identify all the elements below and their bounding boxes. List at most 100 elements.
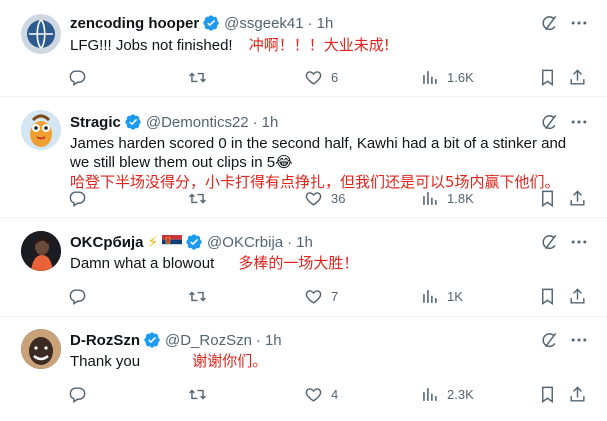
share-button[interactable] (568, 67, 587, 87)
bookmark-button[interactable] (538, 384, 557, 404)
views-icon (420, 385, 439, 404)
views-button[interactable]: 2.3K (420, 384, 474, 404)
like-icon (304, 385, 323, 404)
like-icon (304, 189, 323, 208)
grok-icon[interactable] (539, 13, 559, 33)
more-icon[interactable] (569, 232, 589, 252)
view-count: 1.8K (447, 190, 474, 206)
serbia-flag-icon (162, 235, 183, 249)
avatar[interactable] (21, 329, 61, 369)
reply-button[interactable] (68, 188, 87, 208)
views-button[interactable]: 1.6K (420, 67, 474, 87)
translation-annotation: 冲啊！！！大业未成! (248, 36, 390, 54)
bookmark-icon (538, 287, 557, 306)
avatar[interactable] (21, 231, 61, 271)
like-button[interactable]: 4 (304, 384, 338, 404)
like-count: 36 (331, 190, 346, 206)
separator-dot: · (255, 331, 261, 349)
tweet[interactable]: D-RozSzn @D_RozSzn · 1h Thank you 谢谢你们。 … (0, 317, 607, 421)
more-icon[interactable] (569, 112, 589, 132)
tweet-body: Damn what a blowout (70, 255, 215, 272)
tweet[interactable]: Stragic @Demontics22 · 1h James harden s… (0, 97, 607, 218)
tweet-header: zencoding hooper @ssgeek41 · 1h (70, 13, 333, 33)
display-name[interactable]: zencoding hooper (70, 15, 199, 32)
repost-icon (188, 189, 207, 208)
separator-dot: · (287, 233, 293, 251)
reply-button[interactable] (68, 67, 87, 87)
tweet-body-line: James harden scored 0 in the second half… (70, 135, 567, 152)
view-count: 1.6K (447, 69, 474, 85)
bookmark-button[interactable] (538, 188, 557, 208)
reply-icon (68, 68, 87, 87)
tweet-body-line: we still blew them out clips in 5😂 (70, 153, 590, 172)
views-button[interactable]: 1.8K (420, 188, 474, 208)
like-icon (304, 68, 323, 87)
like-button[interactable]: 7 (304, 286, 338, 306)
more-icon[interactable] (569, 13, 589, 33)
translation-annotation: 谢谢你们。 (192, 352, 268, 370)
reply-icon (68, 189, 87, 208)
verified-icon (185, 233, 203, 251)
reply-icon (68, 385, 87, 404)
tweet-text: James harden scored 0 in the second half… (70, 134, 590, 192)
handle[interactable]: @Demontics22 (146, 114, 249, 131)
handle[interactable]: @OKCrbija (207, 234, 283, 251)
timestamp[interactable]: 1h (262, 114, 279, 131)
tweet-header: D-RozSzn @D_RozSzn · 1h (70, 330, 282, 350)
timestamp[interactable]: 1h (265, 332, 282, 349)
like-button[interactable]: 6 (304, 67, 338, 87)
views-icon (420, 68, 439, 87)
tweet-body-line-text: we still blew them out clips in 5 (70, 154, 276, 171)
like-button[interactable]: 36 (304, 188, 345, 208)
emoji: 😂 (275, 154, 293, 171)
avatar[interactable] (21, 110, 61, 150)
action-bar: 7 1K (64, 286, 592, 306)
repost-button[interactable] (188, 188, 207, 208)
share-icon (568, 287, 587, 306)
share-button[interactable] (568, 286, 587, 306)
verified-icon (124, 113, 142, 131)
tweet-body: LFG!!! Jobs not finished! (70, 37, 233, 54)
share-button[interactable] (568, 188, 587, 208)
action-bar: 6 1.6K (64, 67, 592, 87)
tweet[interactable]: OKСрбија ⚡ @OKCrbija · 1h Damn what a bl… (0, 218, 607, 317)
view-count: 1K (447, 288, 463, 304)
grok-icon[interactable] (539, 330, 559, 350)
reply-button[interactable] (68, 384, 87, 404)
repost-button[interactable] (188, 67, 207, 87)
bolt-emoji: ⚡ (147, 234, 159, 251)
tweet-text: LFG!!! Jobs not finished! 冲啊！！！大业未成! (70, 36, 390, 55)
timestamp[interactable]: 1h (317, 15, 334, 32)
grok-icon[interactable] (539, 112, 559, 132)
tweet-text: Thank you 谢谢你们。 (70, 352, 267, 371)
display-name[interactable]: D-RozSzn (70, 332, 140, 349)
display-name[interactable]: OKСрбија (70, 234, 144, 251)
reply-icon (68, 287, 87, 306)
repost-icon (188, 385, 207, 404)
handle[interactable]: @ssgeek41 (224, 15, 303, 32)
repost-button[interactable] (188, 384, 207, 404)
avatar[interactable] (21, 14, 61, 54)
translation-annotation: 多棒的一场大胜！ (238, 254, 359, 272)
view-count: 2.3K (447, 386, 474, 402)
bookmark-icon (538, 385, 557, 404)
share-button[interactable] (568, 384, 587, 404)
like-count: 7 (331, 288, 339, 304)
tweet-body: Thank you (70, 353, 141, 370)
action-bar: 36 1.8K (64, 188, 592, 208)
timestamp[interactable]: 1h (296, 234, 313, 251)
handle[interactable]: @D_RozSzn (165, 332, 252, 349)
views-icon (420, 287, 439, 306)
display-name[interactable]: Stragic (70, 114, 121, 131)
reply-button[interactable] (68, 286, 87, 306)
repost-button[interactable] (188, 286, 207, 306)
bookmark-button[interactable] (538, 286, 557, 306)
tweet-text: Damn what a blowout 多棒的一场大胜！ (70, 254, 358, 273)
grok-icon[interactable] (539, 232, 559, 252)
bookmark-button[interactable] (538, 67, 557, 87)
more-icon[interactable] (569, 330, 589, 350)
repost-icon (188, 287, 207, 306)
views-button[interactable]: 1K (420, 286, 463, 306)
separator-dot: · (307, 14, 313, 32)
tweet[interactable]: zencoding hooper @ssgeek41 · 1h LFG!!! J… (0, 0, 607, 97)
